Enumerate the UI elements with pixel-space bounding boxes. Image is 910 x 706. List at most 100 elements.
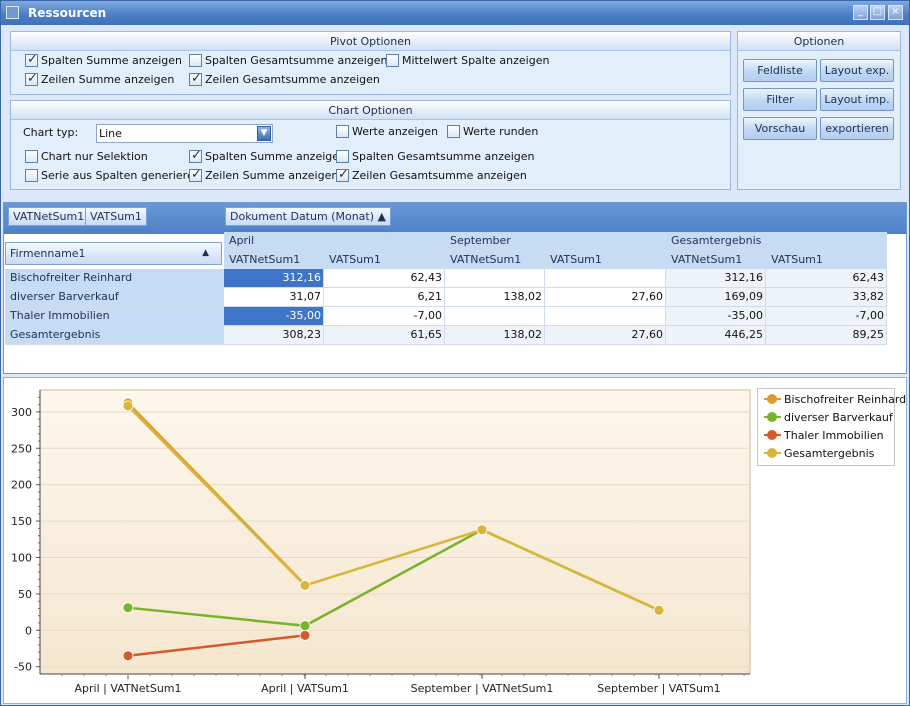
checkbox-icon[interactable] [25,169,38,182]
data-cell[interactable]: 27,60 [545,326,666,345]
checkbox-icon[interactable] [189,71,202,87]
data-cell[interactable]: -7,00 [766,307,887,326]
column-field-dokument-datum[interactable]: Dokument Datum (Monat) ▲ [225,207,391,226]
data-point [299,580,311,591]
checkbox-icon[interactable] [447,125,460,138]
legend-item: Thaler Immobilien [764,428,884,444]
sort-ascending-icon: ▲ [202,248,209,258]
checkbox-icon[interactable] [25,150,38,163]
checkbox-icon[interactable] [25,52,38,68]
data-cell[interactable]: 138,02 [445,288,545,307]
x-tick-label: September | VATSum1 [597,682,720,695]
data-cell[interactable]: 312,16 [224,269,324,288]
y-tick-label: 100 [11,551,32,564]
chevron-down-icon[interactable]: ▼ [257,126,271,141]
value-header[interactable]: VATSum1 [766,251,887,270]
maximize-icon[interactable]: □ [870,5,885,20]
chart-check-werte-anzeigen[interactable]: Werte anzeigen [336,124,438,140]
data-cell[interactable]: 6,21 [324,288,445,307]
y-tick-label: 50 [18,588,32,601]
y-tick-label: 150 [11,515,32,528]
chart-type-label: Chart typ: [23,126,79,139]
row-header[interactable]: diverser Barverkauf [5,288,224,307]
data-point [653,604,665,616]
data-field-vatnetsum1[interactable]: VATNetSum1 [8,207,90,226]
data-cell[interactable]: 169,09 [666,288,766,307]
chart-check-zeilen-gesamt[interactable]: Zeilen Gesamtsumme anzeigen [336,167,527,184]
row-header[interactable]: Bischofreiter Reinhard [5,269,224,288]
exportieren-button[interactable]: exportieren [820,117,894,140]
pivot-options-title: Pivot Optionen [11,32,730,51]
chart-check-serie-spalten[interactable]: Serie aus Spalten generieren [25,168,201,184]
chart-check-werte-runden[interactable]: Werte runden [447,124,538,140]
row-header[interactable]: Gesamtergebnis [5,326,224,345]
pivot-check-zeilen-gesamt[interactable]: Zeilen Gesamtsumme anzeigen [189,71,380,88]
value-header[interactable]: VATSum1 [324,251,445,270]
checkbox-icon[interactable] [386,54,399,67]
checkbox-icon[interactable] [189,54,202,67]
data-cell[interactable]: -35,00 [224,307,324,326]
x-tick-label: April | VATSum1 [261,682,349,695]
checkbox-icon[interactable] [336,167,349,183]
data-cell[interactable]: 89,25 [766,326,887,345]
checkbox-icon[interactable] [25,71,38,87]
checkbox-icon[interactable] [336,150,349,163]
checkbox-icon[interactable] [336,125,349,138]
data-cell[interactable]: 33,82 [766,288,887,307]
vorschau-button[interactable]: Vorschau [743,117,817,140]
chart-options-title: Chart Optionen [11,101,730,120]
checkbox-icon[interactable] [189,167,202,183]
data-point [122,650,134,662]
feldliste-button[interactable]: Feldliste [743,59,817,82]
data-cell[interactable]: 138,02 [445,326,545,345]
data-cell[interactable] [545,269,666,288]
sort-ascending-icon: ▲ [377,210,386,223]
title-bar: Ressourcen _ □ × [1,1,909,25]
data-cell[interactable]: 61,65 [324,326,445,345]
data-cell[interactable]: 312,16 [666,269,766,288]
y-tick-label: 300 [11,406,32,419]
chart-check-zeilen-summe[interactable]: Zeilen Summe anzeigen [189,167,338,184]
layout-import-button[interactable]: Layout imp. [820,88,894,111]
data-cell[interactable] [445,269,545,288]
pivot-check-mittelwert[interactable]: Mittelwert Spalte anzeigen [386,53,549,69]
data-cell[interactable]: -35,00 [666,307,766,326]
column-group-september[interactable]: September [445,232,666,251]
chart-check-nur-selektion[interactable]: Chart nur Selektion [25,149,148,165]
row-header[interactable]: Thaler Immobilien [5,307,224,326]
row-field-firmenname[interactable]: Firmenname1 ▲ [5,242,222,265]
value-header[interactable]: VATNetSum1 [224,251,324,270]
data-field-vatsum1[interactable]: VATSum1 [85,207,147,226]
close-icon[interactable]: × [888,5,903,20]
checkbox-icon[interactable] [189,148,202,164]
chart-type-select[interactable]: Line ▼ [96,124,273,143]
legend-item: Gesamtergebnis [764,446,874,462]
chart-check-spalten-gesamt[interactable]: Spalten Gesamtsumme anzeigen [336,149,535,165]
value-header[interactable]: VATSum1 [545,251,666,270]
chart-type-value: Line [99,127,122,140]
chart-check-spalten-summe[interactable]: Spalten Summe anzeigen [189,148,346,165]
data-cell[interactable]: 62,43 [324,269,445,288]
data-cell[interactable] [545,307,666,326]
column-group-gesamtergebnis[interactable]: Gesamtergebnis [666,232,887,251]
chart-legend: Bischofreiter Reinhard diverser Barverka… [757,388,906,466]
pivot-check-spalten-summe[interactable]: Spalten Summe anzeigen [25,52,182,69]
column-group-april[interactable]: April [224,232,445,251]
value-header[interactable]: VATNetSum1 [445,251,545,270]
data-cell[interactable] [445,307,545,326]
value-header[interactable]: VATNetSum1 [666,251,766,270]
data-cell[interactable]: 446,25 [666,326,766,345]
pivot-check-zeilen-summe[interactable]: Zeilen Summe anzeigen [25,71,174,88]
y-tick-label: -50 [14,661,32,674]
data-cell[interactable]: 308,23 [224,326,324,345]
data-cell[interactable]: 31,07 [224,288,324,307]
layout-export-button[interactable]: Layout exp. [820,59,894,82]
data-cell[interactable]: -7,00 [324,307,445,326]
minimize-icon[interactable]: _ [853,5,868,20]
legend-item: Bischofreiter Reinhard [764,392,906,408]
pivot-check-spalten-gesamt[interactable]: Spalten Gesamtsumme anzeigen [189,53,388,69]
filter-button[interactable]: Filter [743,88,817,111]
plot-area [39,389,751,675]
data-cell[interactable]: 62,43 [766,269,887,288]
data-cell[interactable]: 27,60 [545,288,666,307]
